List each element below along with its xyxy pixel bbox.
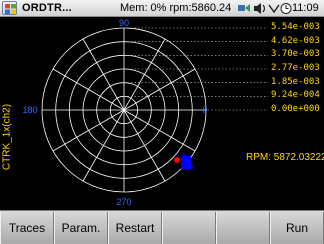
traces-button[interactable]: Traces — [0, 212, 54, 244]
clock-icon — [280, 3, 292, 14]
app-title[interactable]: ORDTR... — [22, 2, 72, 14]
grid-spoke — [52, 68, 125, 111]
memory-rpm-status: Mem: 0% rpm:5860.24 — [120, 2, 232, 14]
restart-button[interactable]: Restart — [108, 212, 162, 244]
grid-spoke — [82, 38, 125, 111]
grid-spoke — [123, 38, 166, 111]
grid-spoke — [82, 109, 125, 182]
grid-spoke — [52, 109, 125, 152]
angle-label-270: 270 — [116, 197, 131, 207]
status-bar: ORDTR... Mem: 0% rpm:5860.24 11:09 — [0, 0, 324, 17]
grid-spoke — [123, 109, 166, 182]
empty-button-1[interactable] — [162, 212, 216, 244]
scale-label: 5.54e-003 — [271, 22, 320, 32]
clock-time: 11:09 — [292, 2, 319, 14]
grid-spoke — [123, 68, 196, 111]
polar-trace — [174, 153, 195, 171]
angle-label-90: 90 — [119, 18, 129, 28]
windows-logo-icon — [5, 4, 16, 14]
empty-button-2[interactable] — [216, 212, 270, 244]
start-menu-button[interactable] — [2, 1, 17, 15]
rpm-readout: RPM: 5872.032226 — [246, 152, 324, 163]
scale-label: 1.85e-003 — [271, 76, 320, 87]
scale-label: 9.24e-004 — [271, 90, 320, 101]
polar-plot-area[interactable]: 90 0 270 180 CTRK_1x(ch2) 5.54e-003 4.62e… — [0, 17, 324, 210]
param-button[interactable]: Param. — [54, 212, 108, 244]
volume-icon[interactable] — [253, 2, 267, 15]
connectivity-icon[interactable] — [237, 2, 251, 15]
run-button[interactable]: Run — [270, 212, 324, 244]
trace-cluster — [181, 156, 191, 169]
grid-spoke — [123, 109, 196, 152]
scale-label: 4.62e-003 — [271, 35, 320, 46]
scale-label: 2.77e-003 — [271, 63, 320, 73]
scale-label: 0.00e+000 — [271, 104, 320, 114]
trace-marker — [174, 157, 180, 163]
angle-label-0: 0 — [202, 105, 207, 115]
bottom-toolbar: Traces Param. Restart Run — [0, 210, 324, 244]
y-axis-label: CTRK_1x(ch2) — [1, 103, 13, 171]
signal-icon[interactable] — [268, 2, 280, 15]
angle-label-180: 180 — [22, 105, 37, 115]
scale-label: 3.70e-003 — [271, 49, 320, 60]
